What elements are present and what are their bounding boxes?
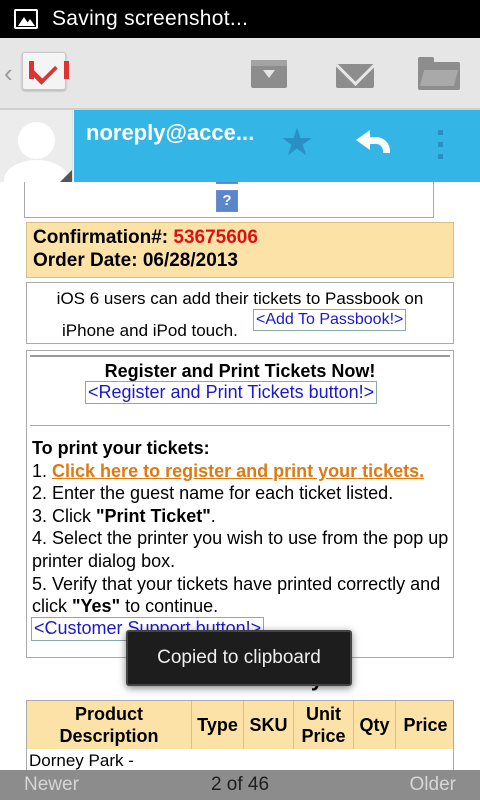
mark-unread-button[interactable] — [334, 56, 376, 92]
avatar[interactable] — [0, 110, 73, 182]
register-print-tickets-button[interactable]: <Register and Print Tickets button!> — [85, 381, 378, 404]
col-qty: Qty — [354, 701, 396, 749]
order-date: 06/28/2013 — [142, 250, 238, 271]
bottom-nav-bar: Newer 2 of 46 Older — [0, 770, 480, 800]
passbook-text-line2: iPhone and iPod touch. — [62, 321, 238, 340]
step-4: 4. Select the printer you wish to use fr… — [32, 528, 449, 571]
register-box: Register and Print Tickets Now! <Registe… — [26, 350, 454, 658]
confirmation-label: Confirmation#: — [33, 227, 169, 248]
envelope-icon — [336, 64, 374, 88]
overflow-menu-icon[interactable] — [438, 130, 444, 162]
add-to-passbook-button[interactable]: <Add To Passbook!> — [253, 309, 407, 331]
broken-image-icon — [216, 182, 238, 184]
order-summary-table: Product Description Type SKU Unit Price … — [26, 700, 454, 770]
image-icon — [14, 9, 38, 29]
print-instructions: To print your tickets: 1. Click here to … — [32, 438, 449, 617]
step-5: 5. Verify that your tickets have printed… — [32, 573, 441, 617]
passbook-box: iOS 6 users can add their tickets to Pas… — [26, 282, 454, 344]
step-3: 3. Click "Print Ticket". — [32, 505, 216, 526]
confirmation-number: 53675606 — [173, 227, 258, 248]
passbook-text-line1: iOS 6 users can add their tickets to Pas… — [56, 289, 424, 308]
broken-image-icon: ? — [216, 190, 238, 212]
gmail-icon[interactable] — [22, 52, 69, 90]
folder-icon — [418, 57, 460, 90]
image-placeholder-box: ? — [24, 182, 434, 218]
col-product-description: Product Description — [27, 701, 192, 749]
table-header-row: Product Description Type SKU Unit Price … — [27, 701, 453, 749]
confirmation-box: Confirmation#: 53675606 Order Date: 06/2… — [26, 222, 454, 278]
divider — [30, 355, 450, 357]
toast-message: Copied to clipboard — [126, 630, 352, 686]
register-title: Register and Print Tickets Now! — [104, 361, 376, 381]
reply-icon[interactable] — [356, 128, 392, 160]
print-heading: To print your tickets: — [32, 438, 210, 458]
col-price: Price — [403, 715, 448, 735]
sender-bar: noreply@acce... ★ — [74, 110, 480, 182]
divider — [30, 425, 450, 426]
order-date-label: Order Date: — [33, 250, 138, 271]
older-button[interactable]: Older — [410, 774, 456, 796]
sender-name[interactable]: noreply@acce... — [86, 120, 254, 146]
action-bar: ‹ — [0, 38, 480, 110]
up-caret-icon[interactable]: ‹ — [4, 58, 13, 89]
message-position: 2 of 46 — [210, 774, 270, 795]
col-unit-price: Unit Price — [294, 701, 354, 749]
status-bar: Saving screenshot... — [0, 0, 480, 38]
sender-header: noreply@acce... ★ — [0, 110, 480, 182]
step-2: 2. Enter the guest name for each ticket … — [32, 483, 394, 504]
register-print-link[interactable]: Click here to register and print your ti… — [52, 461, 424, 481]
col-type: Type — [192, 701, 244, 749]
col-sku: SKU — [244, 701, 294, 749]
archive-icon — [251, 60, 287, 88]
move-to-folder-button[interactable] — [418, 56, 460, 92]
table-row: Dorney Park - — [29, 751, 134, 770]
status-notification-text: Saving screenshot... — [52, 7, 249, 30]
archive-button[interactable] — [248, 56, 290, 92]
star-icon[interactable]: ★ — [280, 124, 314, 162]
